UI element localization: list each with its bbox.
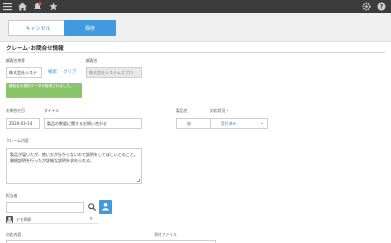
claim-content-label: クレーム内容 — [6, 138, 29, 143]
required-mark: * — [226, 108, 229, 113]
user-picker-icon-button[interactable] — [99, 200, 112, 214]
claim-content-textarea[interactable]: 製品が届いたが、使い方が分からないので説明をしてほしいとのこと。開梱説明を行った… — [6, 148, 142, 184]
assignee-input[interactable] — [6, 202, 84, 213]
app-top-bar: ? — [0, 0, 391, 13]
chevron-down-icon: ⌄ — [260, 120, 265, 126]
status-value: 受付済み — [221, 121, 237, 126]
action-toolbar: キャンセル 保存 — [0, 13, 391, 42]
customer-clear-link[interactable]: クリア — [63, 69, 77, 75]
customer-name-label: 顧客名称等 — [6, 58, 25, 63]
section-title: クレーム･お問合せ情報 — [6, 46, 64, 52]
notification-bell-icon[interactable] — [33, 2, 42, 11]
status-select[interactable]: 受付済み ⌄ — [210, 118, 268, 129]
home-icon[interactable] — [18, 2, 27, 11]
cancel-button[interactable]: キャンセル — [8, 20, 68, 36]
claim-content-text: 製品が届いたが、使い方が分からないので説明をしてほしいとのこと。開梱説明を行った… — [10, 152, 138, 163]
gear-icon[interactable] — [362, 2, 371, 11]
remove-assignee-icon[interactable]: × — [89, 216, 93, 222]
success-message: 顧客名の選択データが取得されました。 — [6, 83, 82, 98]
save-button[interactable]: 保存 — [64, 20, 116, 36]
svg-text:?: ? — [380, 4, 384, 11]
title-input[interactable]: 製品の数量に関するお問い合わせ — [44, 118, 142, 129]
star-icon[interactable] — [49, 2, 58, 11]
category-label: 製品名 — [176, 108, 188, 113]
attachments-label: 添付ファイル — [154, 232, 177, 237]
title-label: タイトル — [44, 108, 60, 113]
inquiry-date-input[interactable]: 2020-03-14 — [6, 118, 40, 129]
category-value: 箱 — [187, 121, 191, 126]
customer-search-link[interactable]: 検索 — [48, 69, 57, 75]
menu-icon[interactable] — [3, 2, 12, 11]
response-content-label: 対応内容 — [6, 232, 22, 237]
customer-display-field: 株式会社システムズプロ — [86, 67, 142, 78]
section-divider — [6, 52, 385, 53]
assignee-name: デモ四郎 — [16, 217, 32, 222]
customer-display-label: 顧客名 — [86, 58, 98, 63]
resize-handle-icon[interactable] — [137, 179, 140, 182]
help-icon[interactable]: ? — [377, 2, 386, 11]
assignee-label: 担当者 — [6, 193, 18, 198]
avatar — [6, 216, 13, 223]
customer-name-input[interactable]: 株式会社システ — [6, 67, 42, 78]
search-icon-button[interactable] — [86, 202, 98, 213]
selected-assignee: デモ四郎 × — [6, 215, 98, 224]
inquiry-date-label: お問合せ日 — [6, 108, 25, 113]
status-label: 対応状況 * — [210, 108, 229, 113]
